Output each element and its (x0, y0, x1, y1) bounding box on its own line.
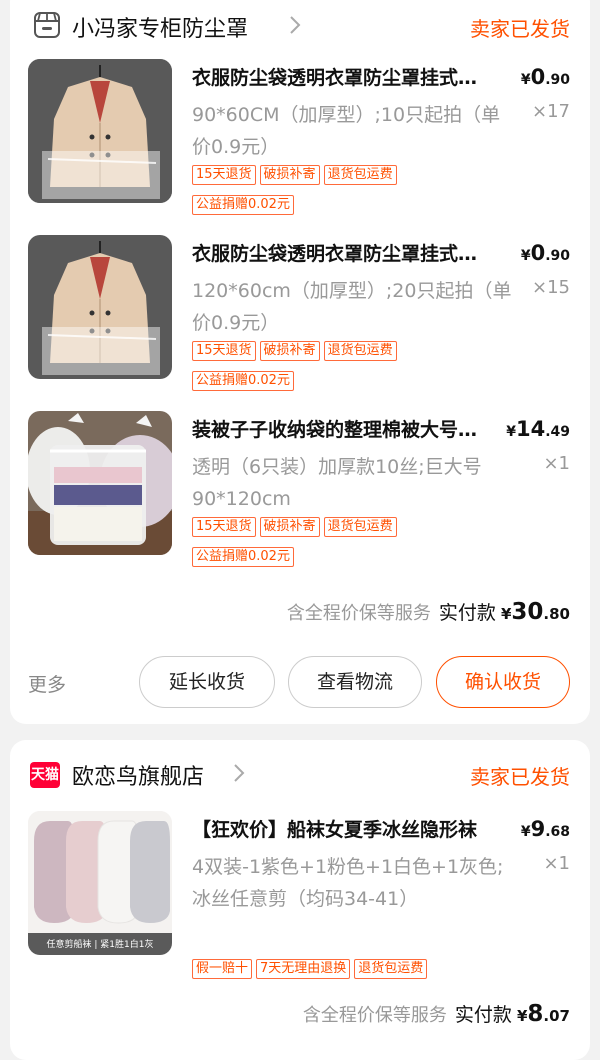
order-total: 含全程价保等服务 实付款 ¥8.07 (302, 1001, 570, 1027)
shop-header[interactable]: 天猫 欧恋鸟旗舰店 卖家已发货 (10, 758, 590, 794)
shop-name[interactable]: 欧恋鸟旗舰店 (72, 759, 204, 791)
service-tag: 破损补寄 (259, 341, 320, 361)
service-tag: 破损补寄 (259, 165, 320, 185)
paid-amount: 8 (527, 1001, 544, 1027)
service-tag: 15天退货 (192, 341, 256, 361)
product-quantity: ×15 (532, 277, 570, 298)
shop-header[interactable]: 小冯家专柜防尘罩 卖家已发货 (10, 10, 590, 46)
service-tag: 退货包运费 (323, 341, 397, 361)
service-tag: 退货包运费 (354, 959, 428, 979)
paid-label: 实付款 (454, 1004, 512, 1026)
product-spec: 透明（6只装）加厚款10丝;巨大号90*120cm (192, 456, 482, 510)
product-price: ¥14.49 (506, 417, 570, 441)
product-quantity: ×1 (543, 853, 570, 874)
tmall-badge: 天猫 (30, 762, 60, 788)
service-tags: 假一赔十 7天无理由退换 退货包运费 (192, 957, 582, 987)
service-tag: 公益捐赠0.02元 (192, 547, 294, 567)
service-tag: 15天退货 (192, 517, 256, 537)
order-card: 小冯家专柜防尘罩 卖家已发货 衣服防尘袋透明衣罩防尘罩挂式大衣套 ¥0.90 9… (10, 0, 590, 724)
service-tags: 15天退货 破损补寄 退货包运费公益捐赠0.02元 (192, 163, 582, 223)
product-quantity: ×17 (532, 101, 570, 122)
order-item[interactable]: 衣服防尘袋透明衣罩防尘罩挂式大衣套 ¥0.90 120*60cm（加厚型）;20… (10, 235, 590, 395)
service-tag: 破损补寄 (259, 517, 320, 537)
chevron-right-icon[interactable] (288, 14, 302, 36)
confirm-receipt-button[interactable]: 确认收货 (436, 656, 570, 708)
service-tag: 假一赔十 (192, 959, 253, 979)
product-price: ¥9.68 (520, 817, 570, 841)
product-title[interactable]: 【狂欢价】船袜女夏季冰丝隐形袜 (192, 815, 492, 842)
product-spec: 4双装-1紫色+1粉色+1白色+1灰色;冰丝任意剪（均码34-41） (192, 856, 504, 910)
product-price: ¥0.90 (520, 65, 570, 89)
product-spec: 90*60CM（加厚型）;10只起拍（单价0.9元） (192, 104, 501, 158)
service-tag: 7天无理由退换 (256, 959, 351, 979)
paid-amount: 30 (511, 599, 544, 625)
product-price: ¥0.90 (520, 241, 570, 265)
price-protection-note: 含全程价保等服务 (286, 603, 431, 624)
product-quantity: ×1 (543, 453, 570, 474)
store-icon (32, 10, 62, 40)
paid-label: 实付款 (438, 602, 496, 624)
order-status: 卖家已发货 (470, 765, 570, 789)
order-status: 卖家已发货 (470, 17, 570, 41)
product-title[interactable]: 衣服防尘袋透明衣罩防尘罩挂式大衣套 (192, 239, 492, 266)
product-title[interactable]: 衣服防尘袋透明衣罩防尘罩挂式大衣套 (192, 63, 492, 90)
extend-receipt-button[interactable]: 延长收货 (139, 656, 275, 708)
product-image[interactable] (28, 59, 172, 203)
order-card: 天猫 欧恋鸟旗舰店 卖家已发货 任意剪船袜 | 紧1胜1白1灰 【狂欢价】船袜女… (10, 740, 590, 1060)
order-total: 含全程价保等服务 实付款 ¥30.80 (286, 599, 570, 625)
service-tag: 公益捐赠0.02元 (192, 195, 294, 215)
product-image[interactable]: 任意剪船袜 | 紧1胜1白1灰 (28, 811, 172, 955)
thumb-caption: 任意剪船袜 | 紧1胜1白1灰 (46, 940, 154, 950)
order-item[interactable]: 装被子子收纳袋的整理棉被大号袋子 ¥14.49 透明（6只装）加厚款10丝;巨大… (10, 411, 590, 571)
order-item[interactable]: 任意剪船袜 | 紧1胜1白1灰 【狂欢价】船袜女夏季冰丝隐形袜 ¥9.68 4双… (10, 811, 590, 991)
product-image[interactable] (28, 411, 172, 555)
view-logistics-button[interactable]: 查看物流 (288, 656, 422, 708)
order-item[interactable]: 衣服防尘袋透明衣罩防尘罩挂式大衣套 ¥0.90 90*60CM（加厚型）;10只… (10, 59, 590, 219)
shop-name[interactable]: 小冯家专柜防尘罩 (72, 11, 248, 43)
service-tag: 退货包运费 (323, 517, 397, 537)
product-title[interactable]: 装被子子收纳袋的整理棉被大号袋子 (192, 415, 492, 442)
service-tag: 公益捐赠0.02元 (192, 371, 294, 391)
service-tags: 15天退货 破损补寄 退货包运费公益捐赠0.02元 (192, 515, 582, 575)
service-tags: 15天退货 破损补寄 退货包运费公益捐赠0.02元 (192, 339, 582, 399)
product-spec: 120*60cm（加厚型）;20只起拍（单价0.9元） (192, 280, 512, 334)
service-tag: 15天退货 (192, 165, 256, 185)
service-tag: 退货包运费 (323, 165, 397, 185)
price-protection-note: 含全程价保等服务 (302, 1005, 447, 1026)
product-image[interactable] (28, 235, 172, 379)
more-button[interactable]: 更多 (28, 670, 66, 697)
chevron-right-icon[interactable] (232, 762, 246, 784)
